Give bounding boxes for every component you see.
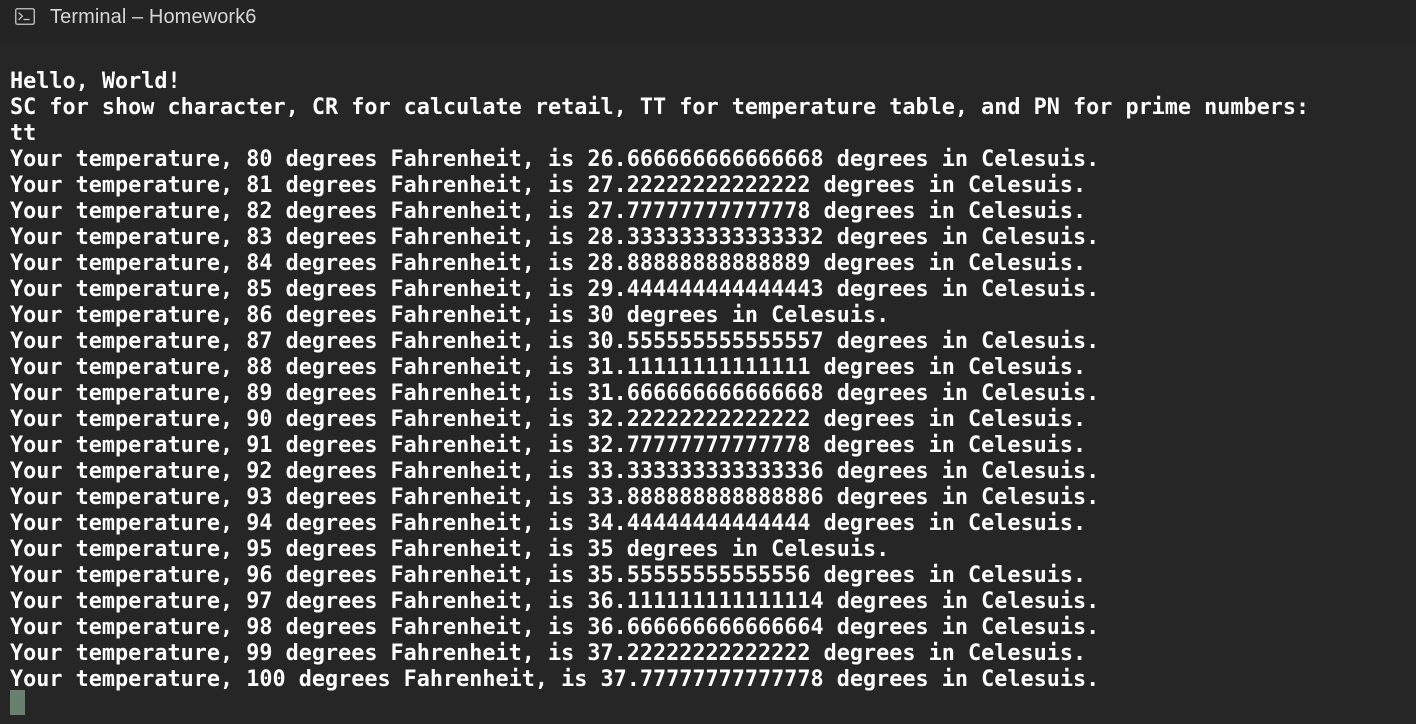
terminal-line: Your temperature, 100 degrees Fahrenheit… <box>10 667 1100 692</box>
terminal-icon <box>15 8 35 25</box>
terminal-line: Your temperature, 97 degrees Fahrenheit,… <box>10 589 1100 614</box>
terminal-line: Your temperature, 85 degrees Fahrenheit,… <box>10 277 1100 302</box>
terminal-line: Hello, World! <box>10 69 181 94</box>
terminal-line: Your temperature, 90 degrees Fahrenheit,… <box>10 407 1087 432</box>
terminal-line: Your temperature, 92 degrees Fahrenheit,… <box>10 459 1100 484</box>
title-bar[interactable]: Terminal – Homework6 <box>0 0 1416 44</box>
terminal-line: Your temperature, 80 degrees Fahrenheit,… <box>10 147 1100 172</box>
terminal-line: Your temperature, 91 degrees Fahrenheit,… <box>10 433 1087 458</box>
terminal-line: Your temperature, 99 degrees Fahrenheit,… <box>10 641 1087 666</box>
terminal-line: Your temperature, 86 degrees Fahrenheit,… <box>10 303 890 328</box>
terminal-line: SC for show character, CR for calculate … <box>10 95 1310 120</box>
terminal-line: Your temperature, 94 degrees Fahrenheit,… <box>10 511 1087 536</box>
terminal-line: Your temperature, 82 degrees Fahrenheit,… <box>10 199 1087 224</box>
terminal-line: Your temperature, 84 degrees Fahrenheit,… <box>10 251 1087 276</box>
terminal-line: Your temperature, 87 degrees Fahrenheit,… <box>10 329 1100 354</box>
terminal-line: Your temperature, 96 degrees Fahrenheit,… <box>10 563 1087 588</box>
terminal-line: Your temperature, 88 degrees Fahrenheit,… <box>10 355 1087 380</box>
terminal-line: Your temperature, 89 degrees Fahrenheit,… <box>10 381 1100 406</box>
terminal-line: tt <box>10 121 37 146</box>
terminal-line: Your temperature, 93 degrees Fahrenheit,… <box>10 485 1100 510</box>
terminal-line: Your temperature, 81 degrees Fahrenheit,… <box>10 173 1087 198</box>
window-title: Terminal – Homework6 <box>50 6 257 28</box>
terminal-line: Your temperature, 98 degrees Fahrenheit,… <box>10 615 1100 640</box>
text-cursor <box>10 690 25 715</box>
terminal-window: Terminal – Homework6 Hello, World! SC for… <box>0 0 1416 724</box>
terminal-output-area[interactable]: Hello, World! SC for show character, CR f… <box>0 44 1416 724</box>
terminal-line: Your temperature, 95 degrees Fahrenheit,… <box>10 537 890 562</box>
terminal-output: Hello, World! SC for show character, CR f… <box>10 69 1309 693</box>
terminal-line: Your temperature, 83 degrees Fahrenheit,… <box>10 225 1100 250</box>
